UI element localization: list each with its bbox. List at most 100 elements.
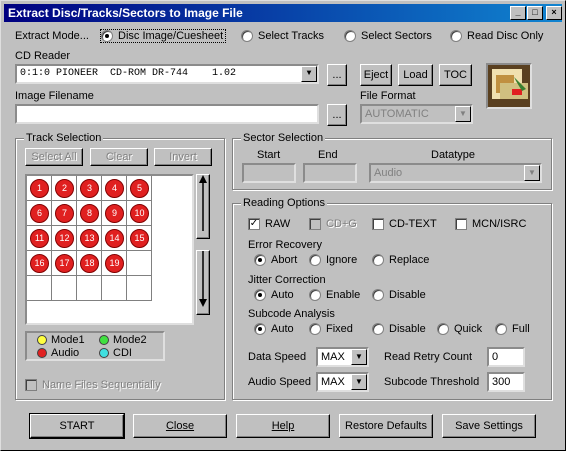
- file-format-select[interactable]: AUTOMATIC ▼: [360, 104, 473, 124]
- radio-disc-image[interactable]: Disc Image/Cuesheet: [99, 29, 227, 43]
- track-audio-icon[interactable]: 19: [105, 254, 124, 273]
- track-cell[interactable]: 1: [27, 176, 52, 201]
- radio-subcode-disable[interactable]: Disable: [372, 323, 426, 335]
- chevron-down-icon[interactable]: ▼: [301, 66, 317, 82]
- restore-defaults-button[interactable]: Restore Defaults: [339, 414, 433, 438]
- clear-button[interactable]: Clear: [90, 148, 148, 166]
- track-cell[interactable]: 6: [27, 201, 52, 226]
- cdg-checkbox[interactable]: CD+G: [309, 218, 357, 230]
- track-audio-icon[interactable]: 2: [55, 179, 74, 198]
- track-audio-icon[interactable]: 15: [130, 229, 149, 248]
- track-cell[interactable]: 11: [27, 226, 52, 251]
- track-audio-icon[interactable]: 18: [80, 254, 99, 273]
- radio-subcode-fixed[interactable]: Fixed: [309, 323, 353, 335]
- close-window-button[interactable]: ×: [546, 6, 562, 20]
- track-cell[interactable]: 14: [102, 226, 127, 251]
- chevron-down-icon[interactable]: ▼: [524, 165, 540, 181]
- track-cell[interactable]: 12: [52, 226, 77, 251]
- mcn-isrc-checkbox[interactable]: MCN/ISRC: [455, 218, 526, 230]
- radio-jitter-enable[interactable]: Enable: [309, 289, 360, 301]
- select-all-button[interactable]: Select All: [25, 148, 83, 166]
- cdi-dot-icon: [99, 348, 109, 358]
- track-cell[interactable]: 2: [52, 176, 77, 201]
- help-button[interactable]: Help: [236, 414, 330, 438]
- filename-browse-button[interactable]: ...: [327, 104, 347, 126]
- name-files-checkbox[interactable]: Name Files Sequentially: [25, 379, 161, 391]
- track-audio-icon[interactable]: 5: [130, 179, 149, 198]
- track-cell[interactable]: 8: [77, 201, 102, 226]
- track-cell[interactable]: [52, 276, 77, 301]
- track-cell[interactable]: [27, 276, 52, 301]
- cd-reader-browse-button[interactable]: ...: [327, 64, 347, 86]
- track-cell[interactable]: 15: [127, 226, 152, 251]
- track-audio-icon[interactable]: 8: [80, 204, 99, 223]
- radio-select-sectors[interactable]: Select Sectors: [344, 30, 432, 42]
- radio-replace[interactable]: Replace: [372, 254, 429, 266]
- track-audio-icon[interactable]: 16: [30, 254, 49, 273]
- minimize-button[interactable]: _: [510, 6, 526, 20]
- track-cell[interactable]: [77, 276, 102, 301]
- track-audio-icon[interactable]: 1: [30, 179, 49, 198]
- radio-subcode-auto[interactable]: Auto: [254, 323, 294, 335]
- maximize-button[interactable]: □: [527, 6, 543, 20]
- track-cell[interactable]: [127, 276, 152, 301]
- track-cell[interactable]: 10: [127, 201, 152, 226]
- track-cell[interactable]: 19: [102, 251, 127, 276]
- close-button[interactable]: Close: [133, 414, 227, 438]
- start-button[interactable]: START: [29, 413, 125, 439]
- radio-select-tracks[interactable]: Select Tracks: [241, 30, 324, 42]
- mode1-dot-icon: [37, 335, 47, 345]
- datatype-select[interactable]: Audio ▼: [369, 163, 542, 183]
- track-audio-icon[interactable]: 12: [55, 229, 74, 248]
- track-audio-icon[interactable]: 9: [105, 204, 124, 223]
- track-audio-icon[interactable]: 4: [105, 179, 124, 198]
- track-audio-icon[interactable]: 11: [30, 229, 49, 248]
- toc-button[interactable]: TOC: [439, 64, 472, 86]
- chevron-down-icon[interactable]: ▼: [351, 374, 367, 390]
- end-sector-input[interactable]: [303, 163, 357, 183]
- raw-checkbox[interactable]: ✓ RAW: [248, 218, 290, 230]
- radio-abort[interactable]: Abort: [254, 254, 297, 266]
- track-audio-icon[interactable]: 17: [55, 254, 74, 273]
- chevron-down-icon[interactable]: ▼: [455, 106, 471, 122]
- radio-subcode-full[interactable]: Full: [495, 323, 530, 335]
- radio-jitter-disable[interactable]: Disable: [372, 289, 426, 301]
- invert-button[interactable]: Invert: [154, 148, 212, 166]
- radio-subcode-quick[interactable]: Quick: [437, 323, 482, 335]
- retry-count-input[interactable]: 0: [487, 347, 525, 367]
- radio-read-disc-only[interactable]: Read Disc Only: [450, 30, 543, 42]
- cd-reader-select[interactable]: 0:1:0 PIONEER CD-ROM DR-744 1.02 ▼: [15, 64, 319, 84]
- eject-button[interactable]: Eject: [360, 64, 392, 86]
- audio-speed-select[interactable]: MAX ▼: [316, 372, 369, 392]
- chevron-down-icon[interactable]: ▼: [351, 349, 367, 365]
- start-sector-input[interactable]: [242, 163, 296, 183]
- save-settings-button[interactable]: Save Settings: [442, 414, 536, 438]
- track-cell[interactable]: 18: [77, 251, 102, 276]
- track-cell[interactable]: [102, 276, 127, 301]
- radio-jitter-auto[interactable]: Auto: [254, 289, 294, 301]
- track-cell[interactable]: 16: [27, 251, 52, 276]
- subcode-threshold-input[interactable]: 300: [487, 372, 525, 392]
- scroll-down-button[interactable]: [196, 250, 210, 315]
- track-audio-icon[interactable]: 10: [130, 204, 149, 223]
- cdtext-checkbox[interactable]: CD-TEXT: [372, 218, 437, 230]
- load-button[interactable]: Load: [398, 64, 433, 86]
- data-speed-select[interactable]: MAX ▼: [316, 347, 369, 367]
- track-cell[interactable]: 4: [102, 176, 127, 201]
- scroll-up-button[interactable]: [196, 174, 210, 239]
- track-audio-icon[interactable]: 3: [80, 179, 99, 198]
- track-cell[interactable]: 3: [77, 176, 102, 201]
- track-audio-icon[interactable]: 14: [105, 229, 124, 248]
- track-cell[interactable]: 17: [52, 251, 77, 276]
- track-cell[interactable]: 13: [77, 226, 102, 251]
- image-filename-input[interactable]: [15, 104, 319, 124]
- track-cell[interactable]: 7: [52, 201, 77, 226]
- track-audio-icon[interactable]: 13: [80, 229, 99, 248]
- track-audio-icon[interactable]: 7: [55, 204, 74, 223]
- track-audio-icon[interactable]: 6: [30, 204, 49, 223]
- track-cell[interactable]: 9: [102, 201, 127, 226]
- radio-ignore[interactable]: Ignore: [309, 254, 357, 266]
- radio-dot: [309, 289, 321, 301]
- track-cell[interactable]: [127, 251, 152, 276]
- track-cell[interactable]: 5: [127, 176, 152, 201]
